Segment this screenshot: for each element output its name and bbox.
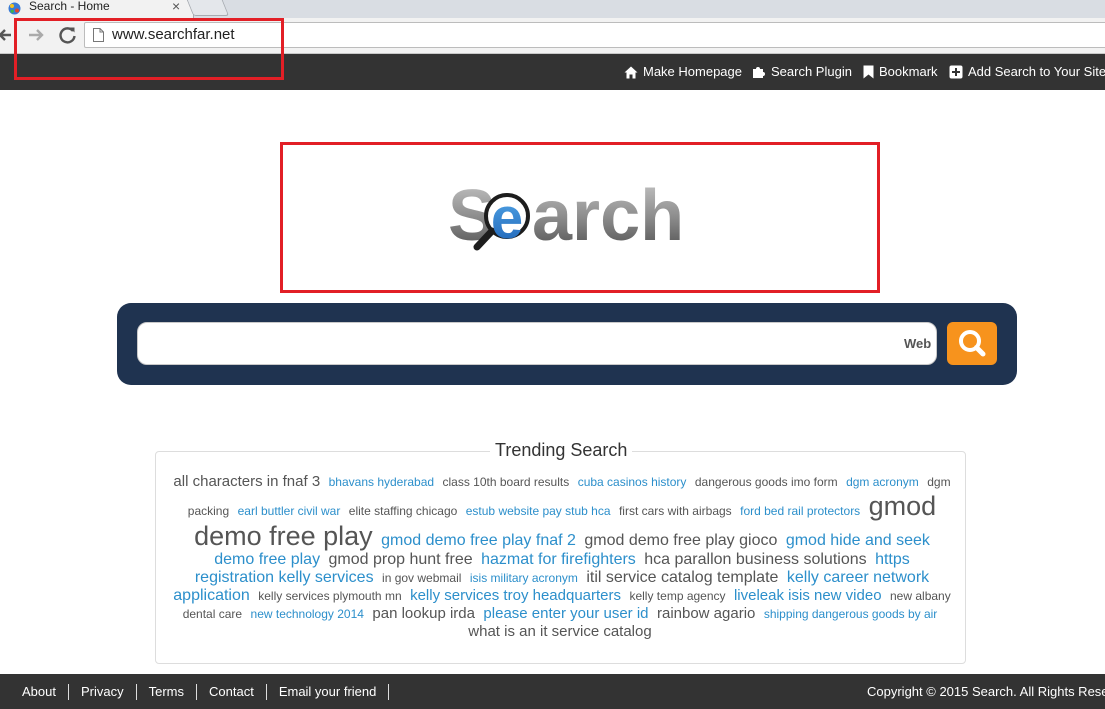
trending-tag[interactable]: dgm acronym [846,475,919,489]
back-arrow-icon[interactable] [0,25,16,45]
footer-link-about[interactable]: About [10,684,69,700]
bookmark-icon [863,65,874,79]
footer-link-privacy[interactable]: Privacy [69,684,137,700]
browser-tab[interactable]: Search - Home × [0,0,194,18]
trending-tag[interactable]: hca parallon business solutions [644,551,866,568]
browser-tabstrip: Search - Home × [0,0,1105,18]
trending-tag[interactable]: liveleak isis new video [734,587,882,604]
tab-close-icon[interactable]: × [172,0,180,13]
bookmark-link[interactable]: Bookmark [863,63,938,81]
search-input[interactable] [137,322,937,365]
trending-tag[interactable]: what is an it service catalog [468,623,651,640]
make-homepage-label: Make Homepage [643,64,742,79]
footer: About Privacy Terms Contact Email your f… [0,674,1105,709]
search-panel: Web [117,303,1017,385]
trending-tag[interactable]: kelly services troy headquarters [410,587,621,604]
magnifier-icon [959,330,986,357]
trending-tag[interactable]: pan lookup irda [372,605,475,622]
forward-arrow-icon[interactable] [26,25,48,45]
trending-tag[interactable]: kelly temp agency [629,589,725,603]
make-homepage-link[interactable]: Make Homepage [624,63,742,81]
favicon-icon [8,2,21,15]
trending-tag[interactable]: hazmat for firefighters [481,551,636,568]
footer-link-terms[interactable]: Terms [137,684,197,700]
trending-tag[interactable]: class 10th board results [443,475,570,489]
new-tab-button[interactable] [186,0,230,16]
logo-letter-e: e [491,186,523,251]
tab-title: Search - Home [29,0,110,13]
copyright-text: Copyright © 2015 Search. All Rights Rese… [867,684,1105,699]
url-text[interactable]: www.searchfar.net [112,26,235,44]
trending-tag[interactable]: earl buttler civil war [238,504,341,518]
footer-link-contact[interactable]: Contact [197,684,267,700]
trending-tag[interactable]: itil service catalog template [586,569,778,586]
page-icon [93,28,104,42]
search-plugin-link[interactable]: Search Plugin [752,63,852,81]
search-button[interactable] [947,322,997,365]
trending-tag[interactable]: estub website pay stub hca [466,504,611,518]
browser-toolbar: www.searchfar.net [0,18,1105,54]
search-plugin-label: Search Plugin [771,64,852,79]
trending-tag[interactable]: gmod demo free play gioco [584,532,777,549]
puzzle-icon [753,67,765,78]
trending-tag[interactable]: gmod prop hunt free [329,551,473,568]
tag-cloud: all characters in fnaf 3 bhavans hyderab… [173,473,951,641]
trending-title: Trending Search [490,440,633,460]
trending-tag[interactable]: in gov webmail [382,571,461,585]
trending-tag[interactable]: shipping dangerous goods by air [764,607,937,621]
plus-square-icon [949,65,963,79]
trending-tag[interactable]: elite staffing chicago [349,504,458,518]
bookmark-label: Bookmark [879,64,938,79]
address-bar[interactable]: www.searchfar.net [84,22,1105,48]
trending-tag[interactable]: first cars with airbags [619,504,732,518]
add-search-link[interactable]: Add Search to Your Site [949,63,1105,81]
trending-tag[interactable]: bhavans hyderabad [329,475,434,489]
trending-tag[interactable]: cuba casinos history [578,475,687,489]
search-logo: S e arch [448,176,684,256]
add-search-label: Add Search to Your Site [968,64,1105,79]
footer-links: About Privacy Terms Contact Email your f… [10,684,390,700]
trending-tag[interactable]: kelly services plymouth mn [258,589,401,603]
trending-tag[interactable]: dangerous goods imo form [695,475,838,489]
top-bar: Make Homepage Search Plugin Bookmark Add… [0,54,1105,90]
trending-tag[interactable]: isis military acronym [470,571,578,585]
trending-tag[interactable]: ford bed rail protectors [740,504,860,518]
reload-icon[interactable] [56,23,80,47]
footer-link-email-friend[interactable]: Email your friend [267,684,390,700]
trending-tag[interactable]: rainbow agario [657,605,755,622]
trending-tag[interactable]: new technology 2014 [251,607,364,621]
logo-letters-arch: arch [532,176,684,256]
trending-tag[interactable]: all characters in fnaf 3 [173,473,320,490]
home-icon [624,66,638,78]
trending-tag[interactable]: gmod demo free play fnaf 2 [381,532,576,549]
search-scope-label[interactable]: Web [904,336,931,352]
trending-tag[interactable]: please enter your user id [483,605,648,622]
